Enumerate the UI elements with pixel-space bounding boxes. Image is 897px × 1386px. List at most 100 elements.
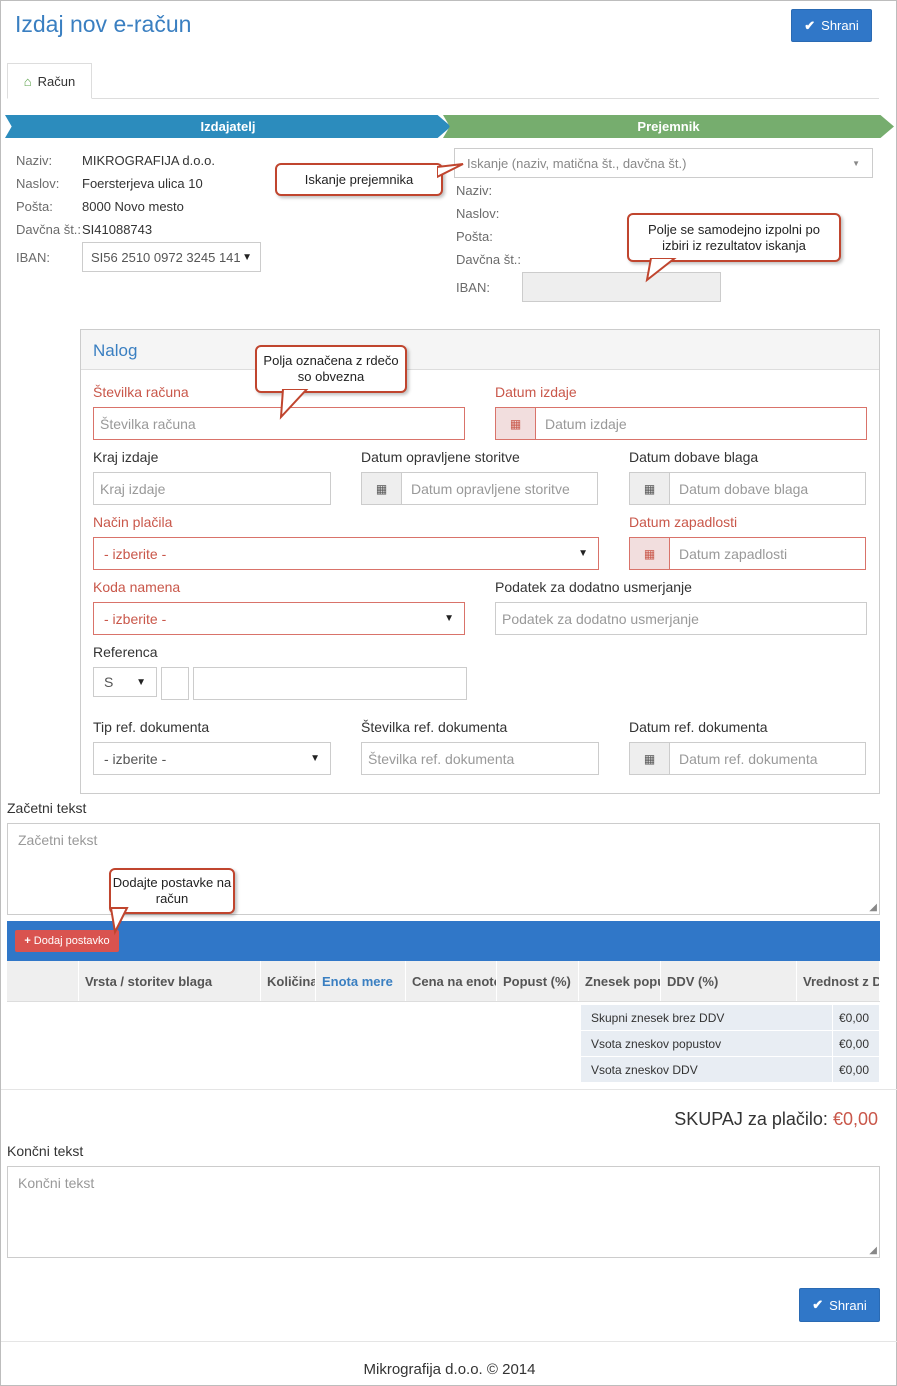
callout-autofill: Polje se samodejno izpolni po izbiri iz … (627, 213, 841, 262)
check-icon: ✔ (812, 1297, 824, 1312)
closing-text-placeholder: Končni tekst (18, 1175, 95, 1191)
recipient-search-select[interactable]: Iskanje (naziv, matična št., davčna št.)… (454, 148, 873, 178)
page-title: Izdaj nov e-račun (15, 11, 192, 37)
summary-value: €0,00 (838, 1036, 869, 1051)
reference-model-value: S (104, 674, 114, 690)
col-header[interactable]: DDV (%) (661, 961, 797, 1001)
service-date-label: Datum opravljene storitve (361, 449, 520, 465)
caret-down-icon: ▼ (578, 548, 588, 559)
save-button-top[interactable]: ✔ Shrani (791, 9, 872, 42)
home-icon: ⌂ (23, 73, 32, 89)
closing-text-area[interactable]: Končni tekst ◢ (7, 1166, 880, 1258)
recipient-address-label: Naslov: (456, 206, 500, 221)
ref-doc-date-label: Datum ref. dokumenta (629, 719, 768, 735)
invoice-number-label: Številka računa (93, 384, 189, 400)
routing-input[interactable]: Podatek za dodatno usmerjanje (495, 602, 867, 635)
reference-label: Referenca (93, 644, 158, 660)
caret-down-icon: ▼ (444, 613, 454, 624)
summary-row: Vsota zneskov popustov €0,00 (581, 1031, 879, 1057)
summary-label: Skupni znesek brez DDV (581, 1005, 833, 1030)
caret-down-icon: ▼ (852, 158, 860, 168)
issuer-address: Foersterjeva ulica 10 (82, 176, 203, 191)
tab-racun[interactable]: ⌂ Račun (7, 63, 92, 99)
ref-doc-date-placeholder: Datum ref. dokumenta (679, 750, 818, 767)
recipient-search-placeholder: Iskanje (naziv, matična št., davčna št.) (467, 155, 687, 171)
items-toolbar (7, 921, 880, 961)
place-input[interactable]: Kraj izdaje (93, 472, 331, 505)
issuer-iban-value: SI56 2510 0972 3245 141 (91, 249, 241, 265)
recipient-name-label: Naziv: (456, 183, 493, 198)
reference-check-input[interactable] (161, 667, 189, 700)
issuer-address-label: Naslov: (16, 176, 60, 191)
recipient-post-label: Pošta: (456, 229, 493, 244)
total-label: SKUPAJ za plačilo: (674, 1109, 828, 1129)
total-line: SKUPAJ za plačilo: €0,00 (674, 1109, 878, 1130)
footer-divider (1, 1341, 897, 1342)
tab-label: Račun (37, 73, 76, 89)
issuer-tax: SI41088743 (82, 222, 153, 237)
ref-doc-type-label: Tip ref. dokumenta (93, 719, 210, 735)
purpose-code-select[interactable]: - izberite - ▼ (93, 602, 465, 635)
items-table-header: Vrsta / storitev blaga Količina Enota me… (7, 961, 880, 1002)
ref-doc-number-input[interactable]: Številka ref. dokumenta (361, 742, 599, 775)
add-item-label: Dodaj postavko (33, 935, 110, 947)
reference-number-input[interactable] (193, 667, 467, 700)
service-date-placeholder: Datum opravljene storitve (411, 480, 570, 497)
calendar-icon: ▦ (362, 473, 402, 504)
col-header (7, 961, 79, 1001)
resize-grip-icon[interactable]: ◢ (869, 1246, 877, 1256)
issuer-name-label: Naziv: (16, 153, 53, 168)
issuer-name: MIKROGRAFIJA d.o.o. (82, 153, 215, 168)
col-header[interactable]: Enota mere (316, 961, 406, 1001)
summary-label: Vsota zneskov DDV (581, 1057, 833, 1082)
issue-date-label: Datum izdaje (495, 384, 577, 400)
callout-search: Iskanje prejemnika (275, 163, 443, 196)
issuer-tax-label: Davčna št.: (16, 222, 82, 237)
service-date-input[interactable]: ▦ Datum opravljene storitve (361, 472, 598, 505)
step-issuer: Izdajatelj (5, 115, 451, 138)
total-amount: €0,00 (832, 1109, 878, 1129)
delivery-date-label: Datum dobave blaga (629, 449, 759, 465)
recipient-iban-field (522, 272, 721, 302)
col-header[interactable]: Vrednost z DDV (797, 961, 880, 1001)
intro-text-label: Začetni tekst (7, 800, 87, 816)
caret-down-icon: ▼ (242, 251, 252, 263)
payment-method-select[interactable]: - izberite - ▼ (93, 537, 599, 570)
calendar-icon: ▦ (630, 473, 670, 504)
resize-grip-icon[interactable]: ◢ (869, 903, 877, 913)
delivery-date-input[interactable]: ▦ Datum dobave blaga (629, 472, 866, 505)
save-button-bottom[interactable]: ✔ Shrani (799, 1288, 880, 1322)
delivery-date-placeholder: Datum dobave blaga (679, 480, 809, 497)
place-label: Kraj izdaje (93, 449, 159, 465)
issuer-iban-select[interactable]: SI56 2510 0972 3245 141 ▼ (82, 242, 261, 272)
col-header[interactable]: Popust (%) (497, 961, 579, 1001)
col-header[interactable]: Znesek popusta (579, 961, 661, 1001)
ref-doc-date-input[interactable]: ▦ Datum ref. dokumenta (629, 742, 866, 775)
issue-date-input[interactable]: ▦ Datum izdaje (495, 407, 867, 440)
closing-text-label: Končni tekst (7, 1143, 84, 1159)
payment-method-label: Način plačila (93, 514, 173, 530)
caret-down-icon: ▼ (310, 753, 320, 764)
reference-model-select[interactable]: S ▼ (93, 667, 157, 697)
callout-search-pointer (437, 163, 464, 179)
routing-label: Podatek za dodatno usmerjanje (495, 579, 692, 595)
save-button-label: Shrani (821, 18, 859, 33)
summary-row: Skupni znesek brez DDV €0,00 (581, 1005, 879, 1031)
due-date-input[interactable]: ▦ Datum zapadlosti (629, 537, 866, 570)
summary-label: Vsota zneskov popustov (581, 1031, 833, 1056)
step-recipient: Prejemnik (443, 115, 894, 138)
order-panel-title: Nalog (81, 330, 879, 370)
divider (1, 1089, 897, 1090)
col-header[interactable]: Količina (261, 961, 316, 1001)
summary-value: €0,00 (838, 1062, 869, 1077)
calendar-icon: ▦ (630, 538, 670, 569)
col-header[interactable]: Cena na enoto (406, 961, 497, 1001)
due-date-placeholder: Datum zapadlosti (679, 545, 788, 562)
ref-doc-type-select[interactable]: - izberite - ▼ (93, 742, 331, 775)
recipient-iban-label: IBAN: (456, 280, 490, 295)
check-icon: ✔ (804, 17, 816, 33)
callout-autofill-pointer (645, 258, 677, 283)
issuer-post: 8000 Novo mesto (82, 199, 184, 214)
col-header[interactable]: Vrsta / storitev blaga (79, 961, 261, 1001)
plus-icon: + (24, 935, 31, 947)
